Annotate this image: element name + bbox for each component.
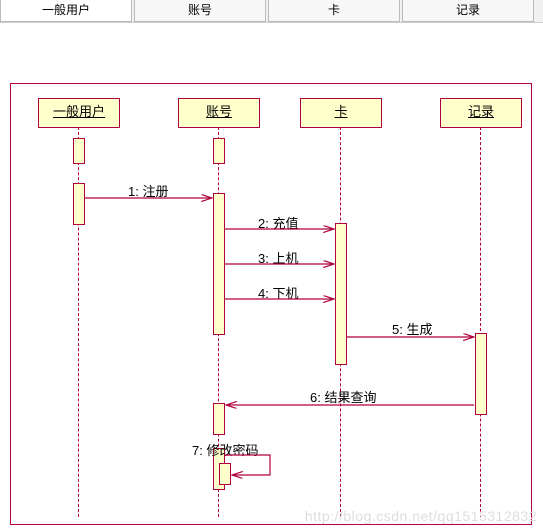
lifeline-user: 一般用户 bbox=[38, 98, 120, 128]
diagram-canvas: 一般用户 账号 卡 记录 1: 注册 2: 充值 3: 上机 4: 下机 5: … bbox=[0, 23, 543, 528]
label-m1: 1: 注册 bbox=[128, 181, 168, 200]
tab-bar: 一般用户 账号 卡 记录 bbox=[0, 0, 543, 23]
activation-account-1 bbox=[213, 193, 225, 335]
label-m3: 3: 上机 bbox=[258, 248, 298, 267]
label-m6: 6: 结果查询 bbox=[310, 387, 376, 406]
tab-account[interactable]: 账号 bbox=[134, 0, 266, 22]
activation-account-2 bbox=[213, 403, 225, 435]
activation-account-3b bbox=[219, 463, 231, 485]
tab-record[interactable]: 记录 bbox=[402, 0, 534, 22]
activation-account-head bbox=[213, 138, 225, 164]
tab-card[interactable]: 卡 bbox=[268, 0, 400, 22]
lifeline-account: 账号 bbox=[178, 98, 260, 128]
lifeline-card: 卡 bbox=[300, 98, 382, 128]
diagram-frame bbox=[10, 83, 532, 525]
lifeline-record: 记录 bbox=[440, 98, 522, 128]
lifeline-dash-record bbox=[480, 127, 481, 517]
activation-record-1 bbox=[475, 333, 487, 415]
label-m5: 5: 生成 bbox=[392, 319, 432, 338]
activation-user-head bbox=[73, 138, 85, 164]
watermark: http://blog.csdn.net/qq1515312832 bbox=[305, 508, 537, 524]
activation-card-1 bbox=[335, 223, 347, 365]
tab-user[interactable]: 一般用户 bbox=[0, 0, 132, 22]
label-m4: 4: 下机 bbox=[258, 283, 298, 302]
label-m2: 2: 充值 bbox=[258, 213, 298, 232]
activation-user-1 bbox=[73, 183, 85, 225]
label-m7: 7: 修改密码 bbox=[192, 440, 258, 459]
